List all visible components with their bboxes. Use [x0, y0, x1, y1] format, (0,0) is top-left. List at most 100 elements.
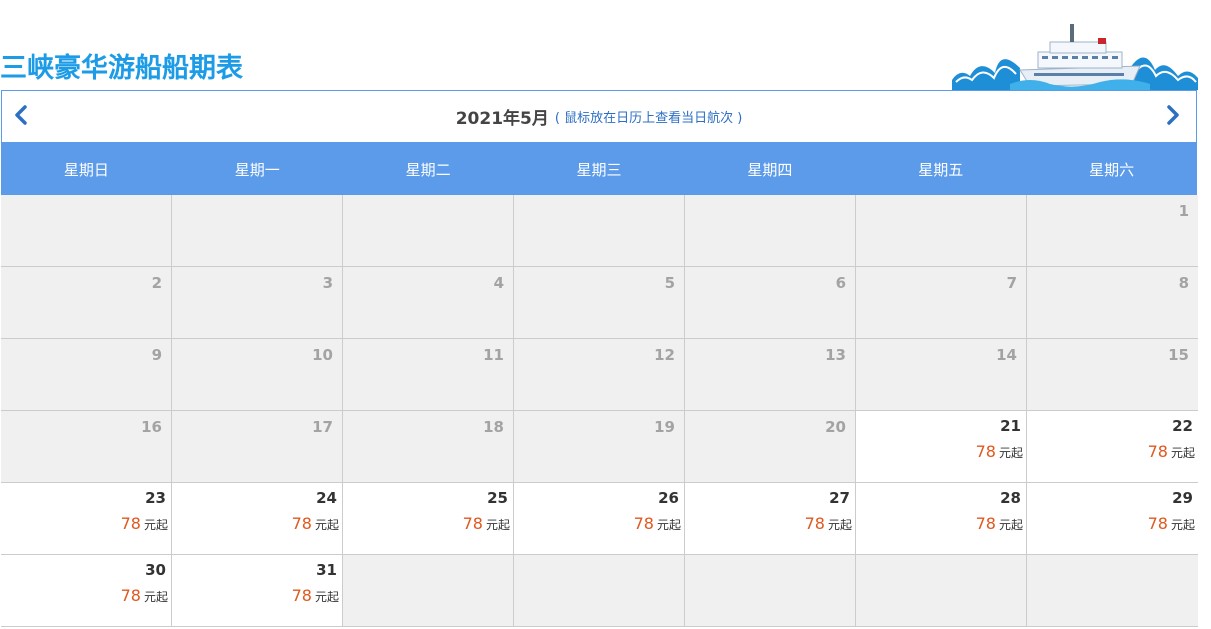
price-unit: 元起 [998, 446, 1023, 460]
price-amount: 78 [804, 514, 825, 533]
price-label: 78 元起 [121, 514, 168, 533]
day-number: 30 [145, 561, 166, 579]
calendar-day-cell[interactable]: 22 78 元起 [1027, 411, 1198, 483]
calendar-day-cell: 17 [172, 411, 343, 483]
calendar-cell-empty [685, 195, 856, 267]
weekday-thursday: 星期四 [747, 161, 793, 179]
calendar-cell-empty [514, 195, 685, 267]
calendar-day-cell[interactable]: 28 78 元起 [856, 483, 1027, 555]
calendar-cell-empty [685, 555, 856, 627]
price-unit: 元起 [485, 518, 510, 532]
weekday-monday: 星期一 [234, 161, 280, 179]
price-label: 78 元起 [976, 442, 1023, 461]
price-label: 78 元起 [1148, 514, 1195, 533]
calendar-day-cell: 7 [856, 267, 1027, 339]
calendar-day-cell[interactable]: 25 78 元起 [343, 483, 514, 555]
weekday-sunday: 星期日 [63, 161, 109, 179]
calendar-day-cell: 8 [1027, 267, 1198, 339]
day-number: 11 [483, 346, 504, 364]
calendar-cell-empty [856, 195, 1027, 267]
day-number: 1 [1178, 202, 1189, 220]
cruise-ship-icon [952, 24, 1198, 90]
day-number: 4 [493, 274, 504, 292]
day-number: 13 [825, 346, 846, 364]
day-number: 2 [151, 274, 162, 292]
price-unit: 元起 [314, 590, 339, 604]
calendar-day-cell[interactable]: 21 78 元起 [856, 411, 1027, 483]
day-number: 22 [1172, 417, 1193, 435]
price-label: 78 元起 [292, 514, 339, 533]
price-unit: 元起 [143, 590, 168, 604]
calendar-day-cell: 9 [1, 339, 172, 411]
day-number: 18 [483, 418, 504, 436]
calendar-cell-empty [1027, 555, 1198, 627]
month-label: 2021年5月 [455, 109, 549, 129]
calendar-day-cell: 16 [1, 411, 172, 483]
calendar-hint: ( 鼠标放在日历上查看当日航次 ) [554, 111, 743, 126]
calendar-day-cell: 3 [172, 267, 343, 339]
day-number: 25 [487, 489, 508, 507]
calendar-day-cell[interactable]: 30 78 元起 [1, 555, 172, 627]
calendar-cell-empty [514, 555, 685, 627]
calendar-cell-empty [172, 195, 343, 267]
weekday-tuesday: 星期二 [405, 161, 451, 179]
calendar-grid: 1 2 3 4 5 6 7 8 9 10 11 12 13 14 15 16 17 18 19 20 21 78 元起 22 7… [1, 195, 1198, 627]
price-amount: 78 [120, 514, 141, 533]
day-number: 12 [654, 346, 675, 364]
weekday-header-row: 星期日 星期一 星期二 星期三 星期四 星期五 星期六 [1, 142, 1197, 195]
day-number: 3 [322, 274, 333, 292]
day-number: 20 [825, 418, 846, 436]
calendar-day-cell: 13 [685, 339, 856, 411]
calendar-cell-empty [343, 195, 514, 267]
next-month-button[interactable] [1160, 103, 1184, 127]
day-number: 6 [835, 274, 846, 292]
day-number: 7 [1006, 274, 1017, 292]
weekday-saturday: 星期六 [1089, 161, 1135, 179]
calendar-day-cell[interactable]: 31 78 元起 [172, 555, 343, 627]
price-unit: 元起 [827, 518, 852, 532]
day-number: 17 [312, 418, 333, 436]
price-amount: 78 [462, 514, 483, 533]
weekday-wednesday: 星期三 [576, 161, 622, 179]
price-label: 78 元起 [121, 586, 168, 605]
calendar-header: 2021年5月 ( 鼠标放在日历上查看当日航次 ) [2, 91, 1196, 142]
day-number: 8 [1178, 274, 1189, 292]
calendar-day-cell[interactable]: 23 78 元起 [1, 483, 172, 555]
calendar: 2021年5月 ( 鼠标放在日历上查看当日航次 ) 星期日 星期一 星期二 星期… [1, 90, 1198, 627]
price-amount: 78 [1147, 514, 1168, 533]
calendar-day-cell: 10 [172, 339, 343, 411]
day-number: 14 [996, 346, 1017, 364]
price-label: 78 元起 [1148, 442, 1195, 461]
price-label: 78 元起 [805, 514, 852, 533]
day-number: 10 [312, 346, 333, 364]
price-unit: 元起 [143, 518, 168, 532]
prev-month-button[interactable] [10, 103, 34, 127]
calendar-day-cell: 5 [514, 267, 685, 339]
price-label: 78 元起 [292, 586, 339, 605]
day-number: 5 [664, 274, 675, 292]
price-amount: 78 [291, 586, 312, 605]
price-amount: 78 [291, 514, 312, 533]
day-number: 26 [658, 489, 679, 507]
calendar-day-cell[interactable]: 24 78 元起 [172, 483, 343, 555]
calendar-day-cell[interactable]: 29 78 元起 [1027, 483, 1198, 555]
calendar-day-cell: 19 [514, 411, 685, 483]
calendar-day-cell[interactable]: 27 78 元起 [685, 483, 856, 555]
calendar-day-cell[interactable]: 26 78 元起 [514, 483, 685, 555]
calendar-day-cell: 20 [685, 411, 856, 483]
day-number: 21 [1000, 417, 1021, 435]
chevron-right-icon [1167, 105, 1179, 125]
calendar-day-cell: 2 [1, 267, 172, 339]
price-amount: 78 [1147, 442, 1168, 461]
price-unit: 元起 [656, 518, 681, 532]
calendar-day-cell: 4 [343, 267, 514, 339]
price-amount: 78 [975, 514, 996, 533]
calendar-cell-empty [343, 555, 514, 627]
price-amount: 78 [975, 442, 996, 461]
price-unit: 元起 [1170, 518, 1195, 532]
price-amount: 78 [633, 514, 654, 533]
day-number: 27 [829, 489, 850, 507]
calendar-day-cell: 14 [856, 339, 1027, 411]
day-number: 16 [141, 418, 162, 436]
price-unit: 元起 [314, 518, 339, 532]
